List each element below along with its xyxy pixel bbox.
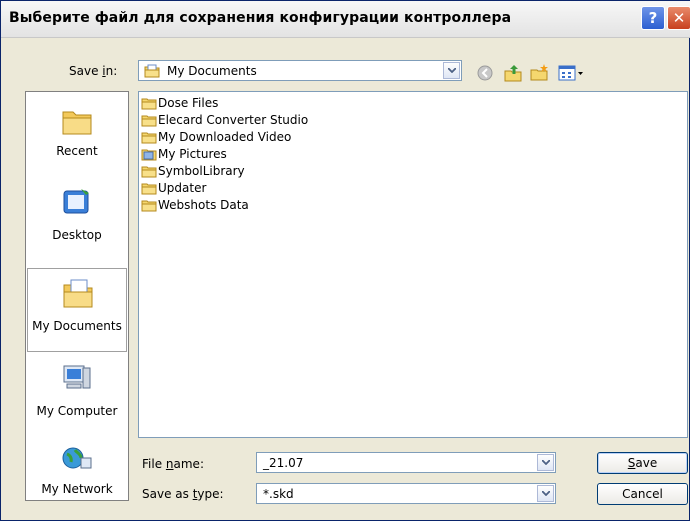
place-recent[interactable]: Recent — [27, 98, 127, 176]
save-type-value: *.skd — [263, 487, 294, 501]
chevron-down-icon — [542, 460, 550, 465]
dialog-title: Выберите файл для сохранения конфигураци… — [9, 10, 512, 26]
save-in-dropdown-arrow[interactable] — [443, 62, 460, 79]
save-type-dropdown[interactable]: *.skd — [256, 483, 556, 504]
places-bar: Recent Desktop My Documents My Computer … — [25, 91, 129, 501]
folder-icon — [141, 132, 157, 144]
place-my-network-label: My Network — [41, 482, 113, 496]
folder-icon — [141, 200, 157, 212]
folder-icon — [141, 98, 157, 110]
help-button[interactable]: ? — [641, 6, 665, 30]
recent-folder-icon — [62, 111, 92, 135]
my-computer-icon — [63, 365, 91, 389]
views-menu-icon[interactable] — [557, 63, 585, 83]
save-in-value: My Documents — [167, 64, 257, 78]
file-name-text: Webshots Data — [158, 198, 249, 212]
place-my-network[interactable]: My Network — [27, 444, 127, 500]
chevron-down-icon — [542, 491, 550, 496]
folder-icon — [141, 166, 157, 178]
place-my-computer[interactable]: My Computer — [27, 358, 127, 436]
new-folder-icon[interactable] — [529, 63, 549, 83]
file-name-dropdown-arrow[interactable] — [537, 454, 554, 471]
my-network-icon — [62, 447, 92, 469]
save-type-label: Save as type: — [142, 487, 224, 501]
desktop-icon — [63, 189, 89, 214]
file-list[interactable]: Dose Files Elecard Converter Studio My Dow… — [138, 91, 688, 438]
place-recent-label: Recent — [56, 144, 98, 158]
up-folder-icon[interactable] — [503, 63, 523, 83]
place-desktop[interactable]: Desktop — [27, 182, 127, 260]
place-my-documents-label: My Documents — [32, 319, 122, 333]
back-icon[interactable] — [475, 63, 495, 83]
file-name-label: File name: — [142, 457, 204, 471]
file-name-input[interactable]: _21.07 — [256, 452, 556, 473]
chevron-down-icon — [448, 68, 456, 73]
my-documents-folder-icon — [63, 279, 93, 308]
cancel-button[interactable]: Cancel — [597, 483, 688, 505]
save-in-label: Save in: — [69, 64, 118, 78]
file-name-text: My Pictures — [158, 147, 227, 161]
save-button[interactable]: Save — [597, 452, 688, 474]
folder-icon — [141, 183, 157, 195]
save-dialog: Выберите файл для сохранения конфигураци… — [0, 0, 690, 521]
file-name-value: _21.07 — [263, 456, 304, 470]
save-type-dropdown-arrow[interactable] — [537, 485, 554, 502]
title-bar[interactable]: Выберите файл для сохранения конфигураци… — [1, 1, 690, 38]
place-my-documents[interactable]: My Documents — [27, 268, 127, 352]
file-name-text: Elecard Converter Studio — [158, 113, 309, 127]
close-button[interactable]: ✕ — [667, 6, 690, 30]
save-in-dropdown[interactable]: My Documents — [138, 60, 462, 81]
pictures-folder-icon — [141, 149, 157, 161]
file-name-text: SymbolLibrary — [158, 164, 245, 178]
file-name-text: Dose Files — [158, 96, 219, 110]
place-desktop-label: Desktop — [52, 228, 102, 242]
folder-icon — [141, 115, 157, 127]
my-documents-icon — [144, 64, 160, 78]
file-name-text: My Downloaded Video — [158, 130, 292, 144]
place-my-computer-label: My Computer — [36, 404, 118, 418]
file-name-text: Updater — [158, 181, 207, 195]
